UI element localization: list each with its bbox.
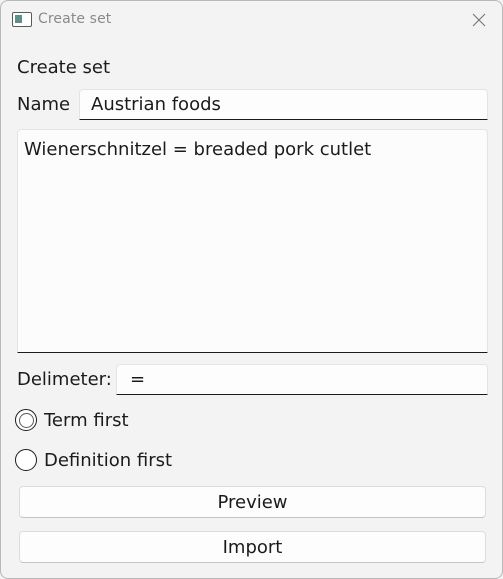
- close-icon: [472, 13, 486, 27]
- terms-textarea[interactable]: Wienerschnitzel = breaded pork cutlet: [17, 129, 488, 353]
- radio-checked-icon[interactable]: [15, 409, 37, 431]
- app-window-icon: [12, 12, 32, 27]
- radio-definition-first-label: Definition first: [44, 449, 173, 471]
- create-set-dialog: Create set Create set Name Austrian food…: [0, 0, 503, 579]
- delimiter-label: Delimeter:: [17, 369, 112, 390]
- name-label: Name: [17, 94, 71, 115]
- delimiter-input[interactable]: =: [116, 364, 488, 395]
- app-icon-fill: [15, 15, 22, 23]
- form-heading: Create set: [17, 57, 111, 78]
- close-button[interactable]: [456, 1, 502, 39]
- import-button[interactable]: Import: [19, 531, 486, 563]
- radio-term-first[interactable]: Term first: [15, 407, 129, 433]
- window-title: Create set: [38, 11, 112, 27]
- radio-term-first-label: Term first: [44, 409, 129, 431]
- radio-unchecked-icon[interactable]: [15, 449, 37, 471]
- radio-definition-first[interactable]: Definition first: [15, 447, 172, 473]
- title-bar[interactable]: Create set: [1, 1, 502, 39]
- name-input[interactable]: Austrian foods: [79, 89, 488, 120]
- preview-button[interactable]: Preview: [19, 486, 486, 518]
